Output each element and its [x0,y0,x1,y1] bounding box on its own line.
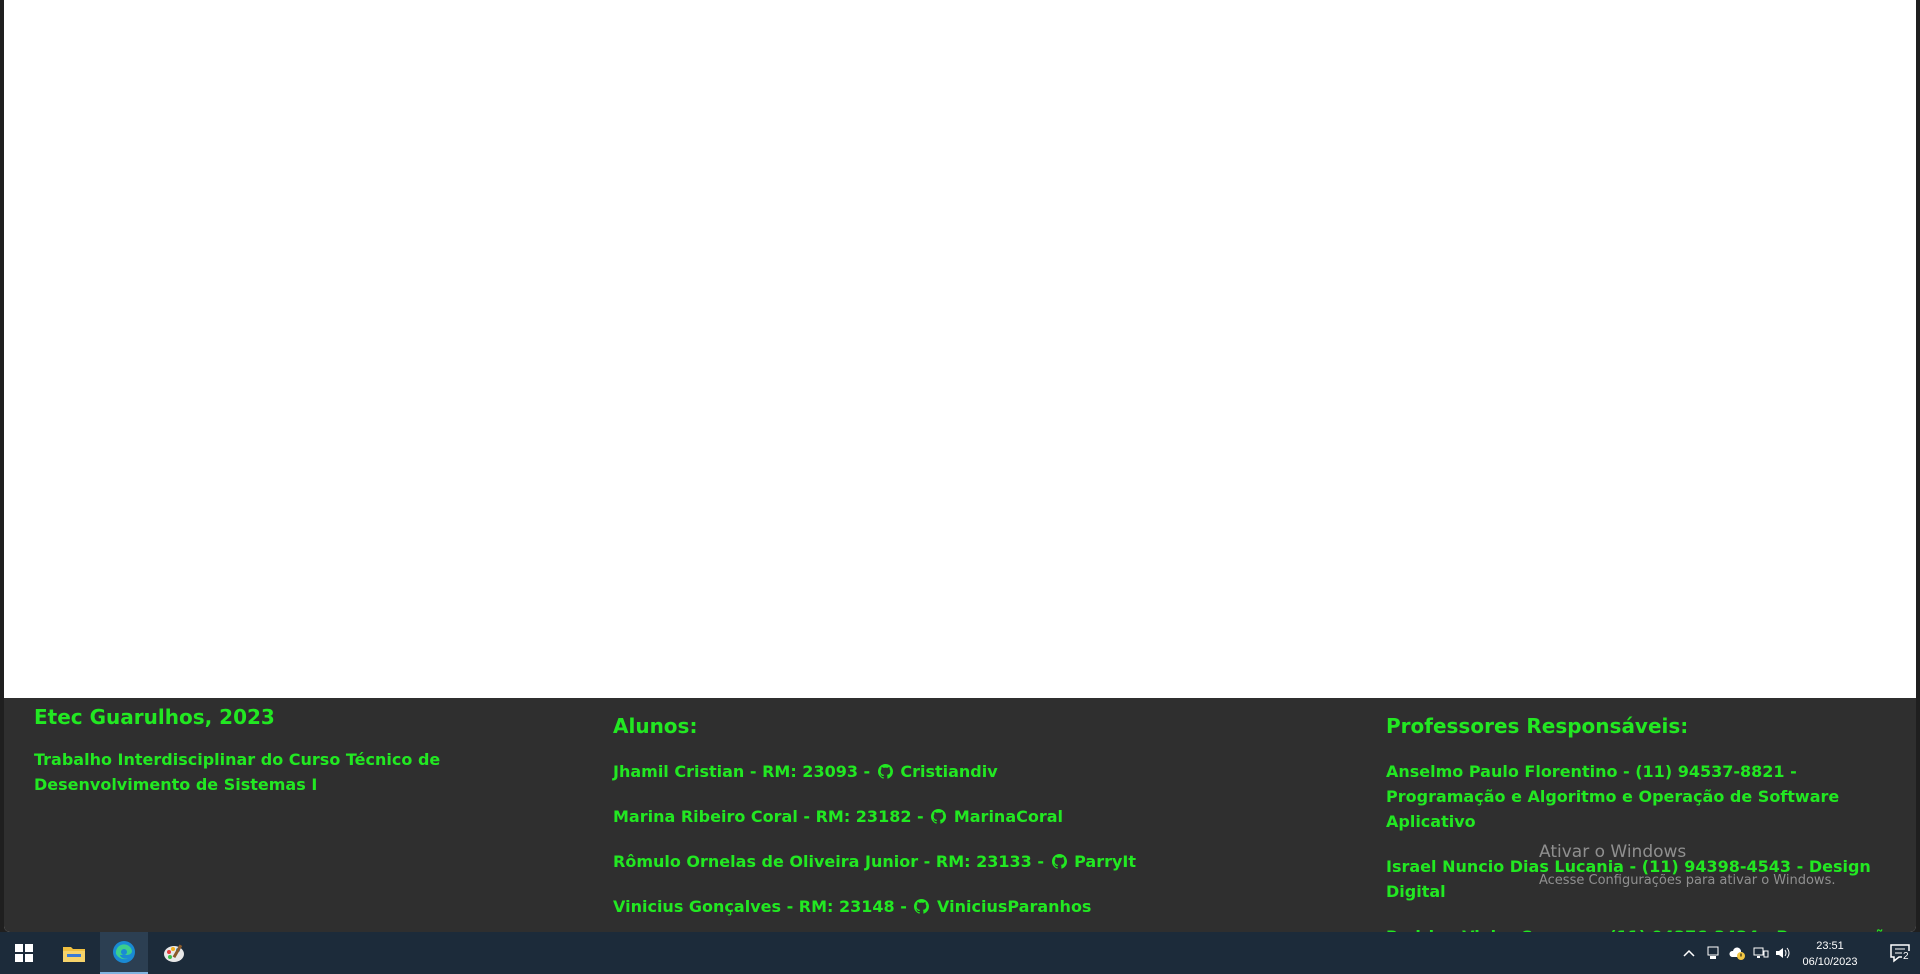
student-label: Marina Ribeiro Coral - RM: 23182 - [613,807,924,826]
clock-time: 23:51 [1816,940,1844,952]
start-button[interactable] [0,932,48,974]
taskbar-edge[interactable] [100,932,148,974]
teacher-item: Israel Nuncio Dias Lucania - (11) 94398-… [1386,857,1871,901]
notification-count: 2 [1902,951,1910,962]
github-username: Cristiandiv [900,762,998,781]
taskbar-clock[interactable]: 23:51 06/10/2023 [1790,938,1870,970]
paint-icon [164,944,184,962]
browser-page: Etec Guarulhos, 2023 Trabalho Interdisci… [4,0,1916,932]
footer-brand-column: Etec Guarulhos, 2023 Trabalho Interdisci… [34,698,599,797]
github-icon [931,809,947,824]
student-item: Jhamil Cristian - RM: 23093 - Cristiandi… [613,759,1373,784]
github-icon [1051,854,1067,869]
github-username: ViniciusParanhos [937,897,1092,916]
device-icon [1707,946,1719,959]
site-footer: Etec Guarulhos, 2023 Trabalho Interdisci… [4,698,1916,932]
tray-show-hidden[interactable] [1678,932,1700,974]
student-label: Jhamil Cristian - RM: 23093 - [613,762,871,781]
speaker-icon [1776,947,1790,959]
footer-brand-title: Etec Guarulhos, 2023 [34,705,275,729]
taskbar-file-explorer[interactable] [50,932,98,974]
clock-date: 06/10/2023 [1802,956,1858,968]
footer-students-column: Alunos: Jhamil Cristian - RM: 23093 - Cr… [613,698,1373,919]
page-content-blank [4,0,1916,698]
tray-onedrive[interactable] [1726,932,1748,974]
windows-start-icon [15,944,33,962]
notification-icon [1890,944,1910,963]
tray-device[interactable] [1702,932,1724,974]
file-explorer-icon [63,947,85,962]
chevron-up-icon [1683,949,1695,957]
github-username: ParryIt [1074,852,1137,871]
notification-center-button[interactable]: 2 [1888,940,1914,966]
teacher-item: Anselmo Paulo Florentino - (11) 94537-88… [1386,762,1840,831]
student-item: Rômulo Ornelas de Oliveira Junior - RM: … [613,849,1373,874]
student-item: Marina Ribeiro Coral - RM: 23182 - Marin… [613,804,1373,829]
taskbar-paint[interactable] [150,932,198,974]
github-icon [877,764,893,779]
student-label: Vinicius Gonçalves - RM: 23148 - [613,897,907,916]
teacher-item: Rodrigo Vieira Campos - (11) 94376-3424 … [1386,924,1916,932]
footer-teachers-column: Professores Responsáveis: Anselmo Paulo … [1386,698,1916,932]
github-username: MarinaCoral [953,807,1064,826]
student-label: Rômulo Ornelas de Oliveira Junior - RM: … [613,852,1044,871]
edge-browser-icon [113,941,135,963]
student-github-link[interactable]: ParryIt [1050,852,1136,871]
students-heading: Alunos: [613,714,698,738]
student-github-link[interactable]: Cristiandiv [876,762,998,781]
tray-network[interactable] [1750,932,1772,974]
github-icon [914,899,930,914]
network-icon [1753,947,1769,958]
student-github-link[interactable]: ViniciusParanhos [912,897,1091,916]
teachers-heading: Professores Responsáveis: [1386,714,1689,738]
student-github-link[interactable]: MarinaCoral [929,807,1063,826]
student-item: Vinicius Gonçalves - RM: 23148 - Viniciu… [613,894,1373,919]
footer-brand-description: Trabalho Interdisciplinar do Curso Técni… [34,750,441,794]
cloud-warning-icon [1729,947,1745,960]
windows-taskbar: 23:51 06/10/2023 2 [0,932,1920,974]
